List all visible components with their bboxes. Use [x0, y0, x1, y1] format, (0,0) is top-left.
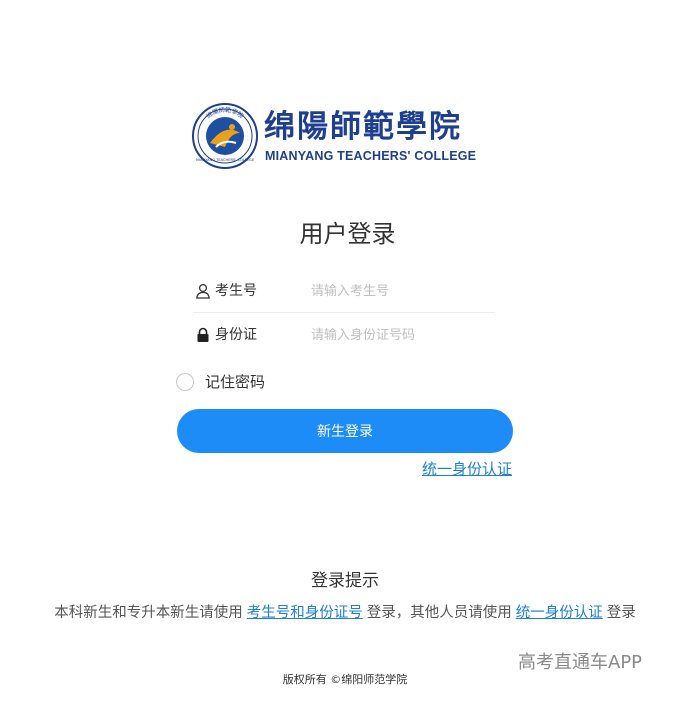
- remember-password-radio[interactable]: [176, 373, 194, 391]
- tips-text-middle: 登录，其他人员请使用: [366, 605, 512, 621]
- watermark-text: 高考直通车APP: [518, 652, 643, 673]
- exam-number-field: 考生号: [193, 270, 495, 313]
- college-logo: 綿陽師範學院 MIANYANG TEACHERS' COLLEGE 绵陽師範學院…: [192, 103, 498, 169]
- id-card-label: 身份证: [215, 327, 257, 343]
- college-name-en: MIANYANG TEACHERS' COLLEGE: [265, 149, 477, 163]
- tips-unified-auth-link[interactable]: 统一身份认证: [516, 605, 603, 621]
- login-tips-title: 登录提示: [311, 571, 379, 591]
- unified-auth-link[interactable]: 统一身份认证: [422, 459, 512, 479]
- tips-exam-id-link[interactable]: 考生号和身份证号: [247, 605, 363, 621]
- id-card-field: 身份证: [193, 314, 495, 356]
- emblem-text-en: MIANYANG TEACHERS' COLLEGE: [196, 158, 255, 162]
- login-tips-text: 本科新生和专升本新生请使用 考生号和身份证号 登录，其他人员请使用 统一身份认证 登录: [0, 603, 690, 624]
- tips-text-before: 本科新生和专升本新生请使用: [54, 605, 243, 621]
- exam-number-label: 考生号: [215, 283, 257, 299]
- id-card-input[interactable]: [311, 322, 491, 348]
- remember-password-label: 记住密码: [205, 373, 266, 391]
- lock-icon: [197, 327, 209, 342]
- freshman-login-button[interactable]: 新生登录: [177, 409, 513, 453]
- login-title: 用户登录: [299, 220, 396, 248]
- exam-number-input[interactable]: [311, 278, 491, 304]
- login-page: 綿陽師範學院 MIANYANG TEACHERS' COLLEGE 绵陽師範學院…: [0, 0, 695, 703]
- user-icon: [196, 283, 210, 299]
- copyright-text: 版权所有 ©绵阳师范学院: [282, 673, 408, 686]
- college-emblem-icon: 綿陽師範學院 MIANYANG TEACHERS' COLLEGE: [192, 103, 258, 169]
- tips-text-after: 登录: [606, 605, 636, 621]
- college-name-cn: 绵陽師範學院: [264, 109, 462, 145]
